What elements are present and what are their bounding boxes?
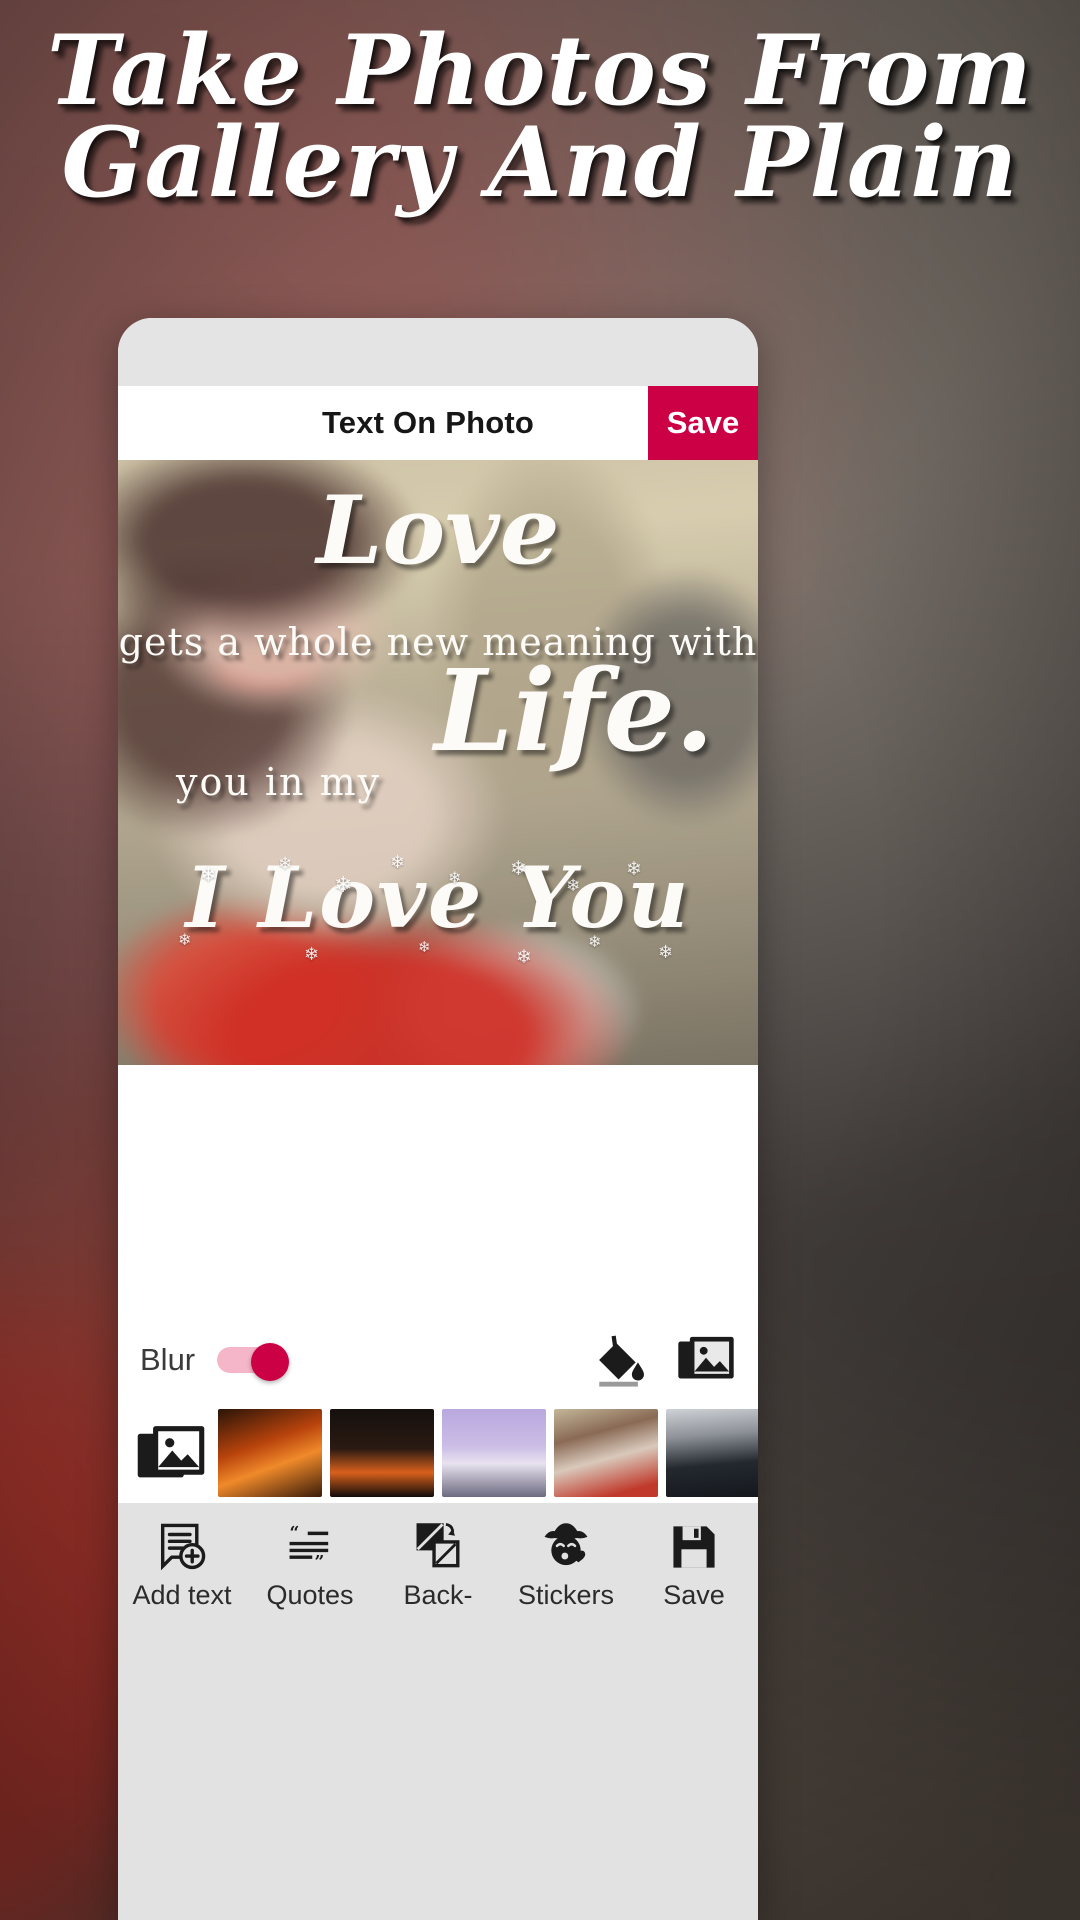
promo-headline: Take Photos From Gallery And Plain xyxy=(0,22,1080,212)
save-button[interactable]: Save xyxy=(648,386,758,460)
list-item[interactable] xyxy=(218,1409,322,1497)
sticker-face-icon xyxy=(540,1519,592,1575)
background-icon xyxy=(412,1519,464,1575)
list-item[interactable] xyxy=(442,1409,546,1497)
app-title: Text On Photo xyxy=(321,405,535,440)
gallery-picker-icon[interactable] xyxy=(132,1414,210,1492)
canvas-text-youin[interactable]: you in my xyxy=(118,760,758,804)
edit-work-area[interactable] xyxy=(118,1065,758,1317)
nav-item-add-text[interactable]: Add text xyxy=(118,1519,246,1609)
nav-label: Quotes xyxy=(266,1580,354,1610)
blur-label: Blur xyxy=(140,1342,196,1377)
svg-text:”: ” xyxy=(315,1552,325,1572)
canvas-text-i-love-you[interactable]: I Love You xyxy=(118,856,758,940)
list-item[interactable] xyxy=(330,1409,434,1497)
svg-text:“: “ xyxy=(290,1523,300,1543)
nav-item-save[interactable]: Save xyxy=(630,1519,758,1609)
blur-toggle[interactable] xyxy=(217,1343,290,1381)
headline-line-2: Gallery And Plain xyxy=(61,105,1019,219)
bottom-toolbar: Add text “ ” Quotes Back- Stickers Save xyxy=(118,1503,758,1920)
blur-control-row: Blur xyxy=(118,1317,758,1403)
background-thumbnail-strip[interactable] xyxy=(118,1403,758,1503)
quotes-icon: “ ” xyxy=(285,1519,335,1575)
nav-item-stickers[interactable]: Stickers xyxy=(502,1519,630,1609)
photo-canvas[interactable]: Love gets a whole new meaning with Life.… xyxy=(118,460,758,1065)
save-disk-icon xyxy=(670,1519,718,1575)
app-bar: Text On Photo Save xyxy=(118,386,758,460)
canvas-text-life[interactable]: Life. xyxy=(118,656,758,768)
add-text-icon xyxy=(157,1519,207,1575)
nav-label: Add text xyxy=(132,1580,232,1610)
phone-mockup: Text On Photo Save Love gets a whole new… xyxy=(118,318,758,1920)
nav-label: Back- xyxy=(403,1580,473,1610)
blur-toggle-thumb xyxy=(251,1343,290,1381)
paint-bucket-icon[interactable] xyxy=(592,1331,650,1389)
nav-item-background[interactable]: Back- xyxy=(374,1519,502,1609)
nav-label: Save xyxy=(663,1580,725,1610)
canvas-text-love[interactable]: Love xyxy=(118,484,758,578)
list-item[interactable] xyxy=(666,1409,758,1497)
nav-label: Stickers xyxy=(517,1580,615,1610)
image-stack-icon[interactable] xyxy=(676,1331,736,1389)
list-item[interactable] xyxy=(554,1409,658,1497)
phone-top-bezel xyxy=(118,318,758,386)
nav-item-quotes[interactable]: “ ” Quotes xyxy=(246,1519,374,1609)
